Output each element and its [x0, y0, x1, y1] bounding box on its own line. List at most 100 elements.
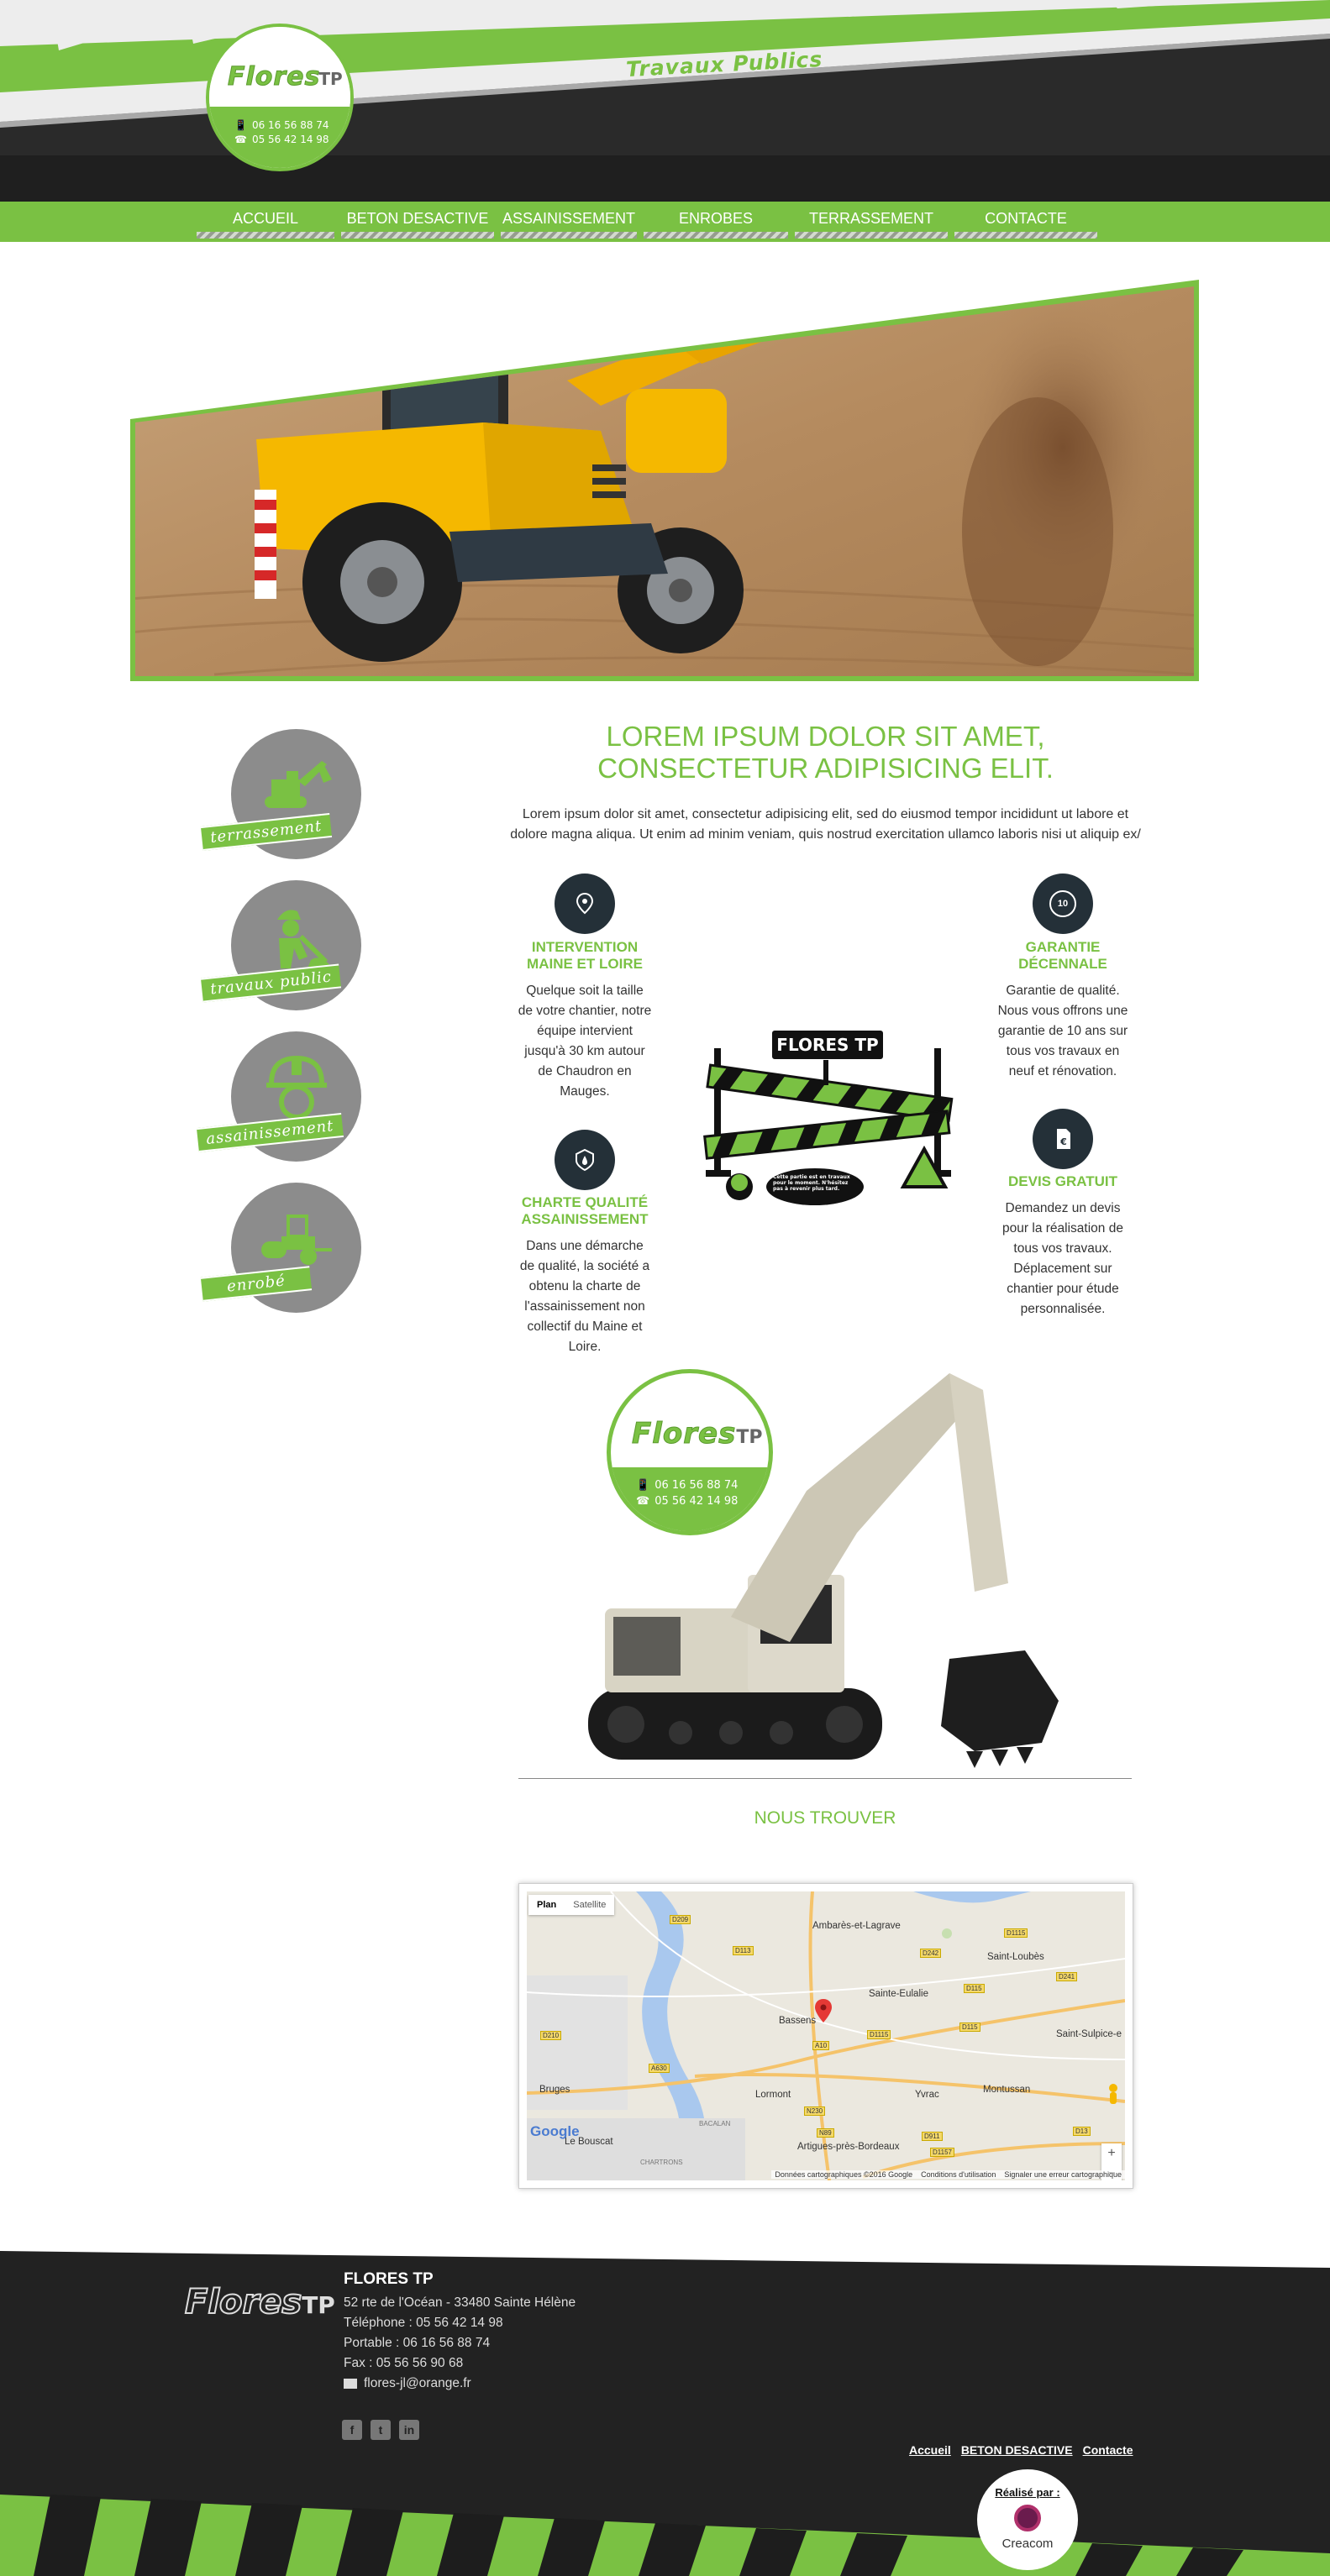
map-marker-icon[interactable]	[815, 1999, 832, 2023]
linkedin-icon[interactable]: in	[399, 2420, 419, 2440]
excavator-icon	[265, 761, 332, 808]
map-road: D210	[540, 2031, 562, 2040]
map-road: D209	[670, 1915, 691, 1924]
main-nav: ACCUEIL BETON DESACTIVE ASSAINISSEMENT E…	[0, 202, 1330, 242]
footer-link-beton[interactable]: BETON DESACTIVE	[961, 2443, 1073, 2457]
intro-title-line1: LOREM IPSUM DOLOR SIT AMET,	[606, 721, 1045, 752]
footer-fax: Fax : 05 56 56 90 68	[344, 2356, 464, 2370]
hero-image	[130, 280, 1199, 681]
nav-accueil[interactable]: ACCUEIL	[193, 202, 338, 242]
map-road: A10	[812, 2041, 830, 2050]
footer-phone: Téléphone : 05 56 42 14 98	[344, 2316, 503, 2330]
map-place: BACALAN	[699, 2120, 731, 2127]
construction-sign: FLORES TP Cette partie est en travaux po…	[672, 1023, 983, 1212]
intervention-icon-circle	[555, 874, 615, 934]
qualite-title-line2: ASSAINISSEMENT	[521, 1211, 649, 1227]
map-place: Bruges	[539, 2085, 570, 2095]
creacom-name: Creacom	[1001, 2537, 1054, 2551]
footer-email-line: flores-jl@orange.fr	[344, 2376, 471, 2391]
svg-text:€: €	[1059, 1136, 1067, 1147]
map-tab-plan[interactable]: Plan	[528, 1895, 565, 1915]
nav-beton-desactive[interactable]: BETON DESACTIVE	[338, 202, 497, 242]
intro-title: LOREM IPSUM DOLOR SIT AMET, CONSECTETUR …	[504, 721, 1147, 784]
location-pin-icon	[576, 892, 594, 915]
creacom-logo-icon	[1014, 2505, 1041, 2531]
badge-mobile: 06 16 56 88 74	[654, 1479, 739, 1492]
map-canvas[interactable]: Plan Satellite Ambarès-et-Lagrave Saint-…	[527, 1891, 1125, 2180]
badge-mobile-line: 📱 06 16 56 88 74	[636, 1479, 738, 1492]
mobile-phone-icon: 📱	[234, 119, 247, 131]
logo-word: Flores	[227, 62, 321, 92]
footer-links: Accueil BETON DESACTIVE Contacte	[909, 2443, 1133, 2457]
find-us-title: NOUS TROUVER	[754, 1808, 896, 1828]
badge-logo-word: Flores	[631, 1417, 737, 1451]
intro-text: Lorem ipsum dolor sit amet, consectetur …	[510, 807, 1141, 842]
map-road: D13	[1073, 2127, 1091, 2136]
sign-board-text: FLORES TP	[776, 1035, 878, 1055]
creacom-badge[interactable]: Réalisé par : Creacom	[977, 2469, 1078, 2570]
service-enrobe-label: enrobé	[200, 1266, 313, 1302]
map-place: Saint-Sulpice-e	[1056, 2029, 1122, 2039]
site-header: Flores TP 📱 06 16 56 88 74 ☎ 05 56 42 14…	[0, 0, 1330, 202]
header-phone: 05 56 42 14 98	[251, 134, 329, 145]
google-logo: Google	[530, 2123, 580, 2139]
header-logo[interactable]: Flores TP 📱 06 16 56 88 74 ☎ 05 56 42 14…	[206, 24, 354, 171]
helmet-icon	[266, 1055, 327, 1120]
footer-link-contacte[interactable]: Contacte	[1083, 2443, 1133, 2457]
map-road: N89	[817, 2128, 834, 2138]
devis-icon-circle: €	[1033, 1109, 1093, 1169]
qualite-icon-circle	[555, 1130, 615, 1190]
map-tab-satellite[interactable]: Satellite	[565, 1895, 614, 1915]
nav-terrassement[interactable]: TERRASSEMENT	[791, 202, 951, 242]
footer-link-accueil[interactable]: Accueil	[909, 2443, 951, 2457]
footer-address: 52 rte de l'Océan - 33480 Sainte Hélène	[344, 2295, 576, 2310]
map-place: Montussan	[983, 2085, 1031, 2095]
header-phone-line: ☎ 05 56 42 14 98	[234, 134, 329, 145]
map-place: CHARTRONS	[640, 2159, 683, 2166]
service-travaux-public[interactable]: travaux public	[200, 880, 361, 1010]
nav-enrobes[interactable]: ENROBES	[640, 202, 791, 242]
map-road: D241	[1056, 1972, 1078, 1981]
badge-phone-line: ☎ 05 56 42 14 98	[636, 1495, 738, 1508]
devis-text: Demandez un devis pour la réalisation de…	[1002, 1201, 1123, 1316]
facebook-icon[interactable]: f	[342, 2420, 362, 2440]
map-place: Ambarès-et-Lagrave	[812, 1921, 901, 1931]
mobile-phone-icon: 📱	[636, 1479, 650, 1492]
phone-icon: ☎	[234, 134, 247, 145]
intervention-text: Quelque soit la taille de votre chantier…	[518, 984, 652, 1099]
footer-logo-word: Flores	[184, 2282, 302, 2322]
google-map[interactable]: Plan Satellite Ambarès-et-Lagrave Saint-…	[518, 1883, 1133, 2189]
garantie-title: GARANTIE DÉCENNALE	[987, 939, 1138, 973]
map-road: A630	[649, 2064, 670, 2073]
footer-logo[interactable]: Flores TP	[184, 2282, 335, 2322]
footer-email[interactable]: flores-jl@orange.fr	[364, 2376, 471, 2391]
qualite-text: Dans une démarche de qualité, la société…	[519, 1239, 650, 1354]
badge-logo-tp: TP	[736, 1427, 763, 1448]
map-road: D1115	[867, 2030, 891, 2039]
map-report-link[interactable]: Signaler une erreur cartographique	[1004, 2170, 1122, 2179]
garantie-icon-circle: 10	[1033, 874, 1093, 934]
devis-title: DEVIS GRATUIT	[1007, 1173, 1118, 1189]
intervention-title-line1: INTERVENTION	[531, 939, 639, 955]
intro-title-line2: CONSECTETUR ADIPISICING ELIT.	[597, 753, 1054, 784]
footer-company: FLORES TP	[344, 2270, 434, 2288]
pegman-icon[interactable]	[1105, 2083, 1122, 2106]
logo-tp: TP	[318, 69, 343, 89]
sign-bubble-text: Cette partie est en travaux pour le mome…	[773, 1174, 850, 1192]
map-road: D113	[733, 1946, 754, 1955]
service-assainissement[interactable]: assainissement	[196, 1031, 361, 1162]
service-terrassement[interactable]: terrassement	[200, 729, 361, 859]
service-enrobe[interactable]: enrobé	[200, 1183, 361, 1313]
badge-10-icon: 10	[1049, 890, 1076, 917]
zoom-in-button[interactable]: +	[1101, 2143, 1122, 2164]
map-place: Saint-Loubès	[987, 1952, 1044, 1962]
map-terms-link[interactable]: Conditions d'utilisation	[921, 2170, 996, 2179]
nav-assainissement[interactable]: ASSAINISSEMENT	[497, 202, 640, 242]
map-place: Lormont	[755, 2090, 791, 2100]
nav-contacte[interactable]: CONTACTE	[951, 202, 1101, 242]
construction-barrier-illustration: FLORES TP Cette partie est en travaux po…	[703, 1029, 954, 1205]
document-euro-icon: €	[1057, 1129, 1070, 1149]
header-mobile: 06 16 56 88 74	[251, 119, 329, 131]
twitter-icon[interactable]: t	[371, 2420, 391, 2440]
map-place: Yvrac	[915, 2090, 939, 2100]
